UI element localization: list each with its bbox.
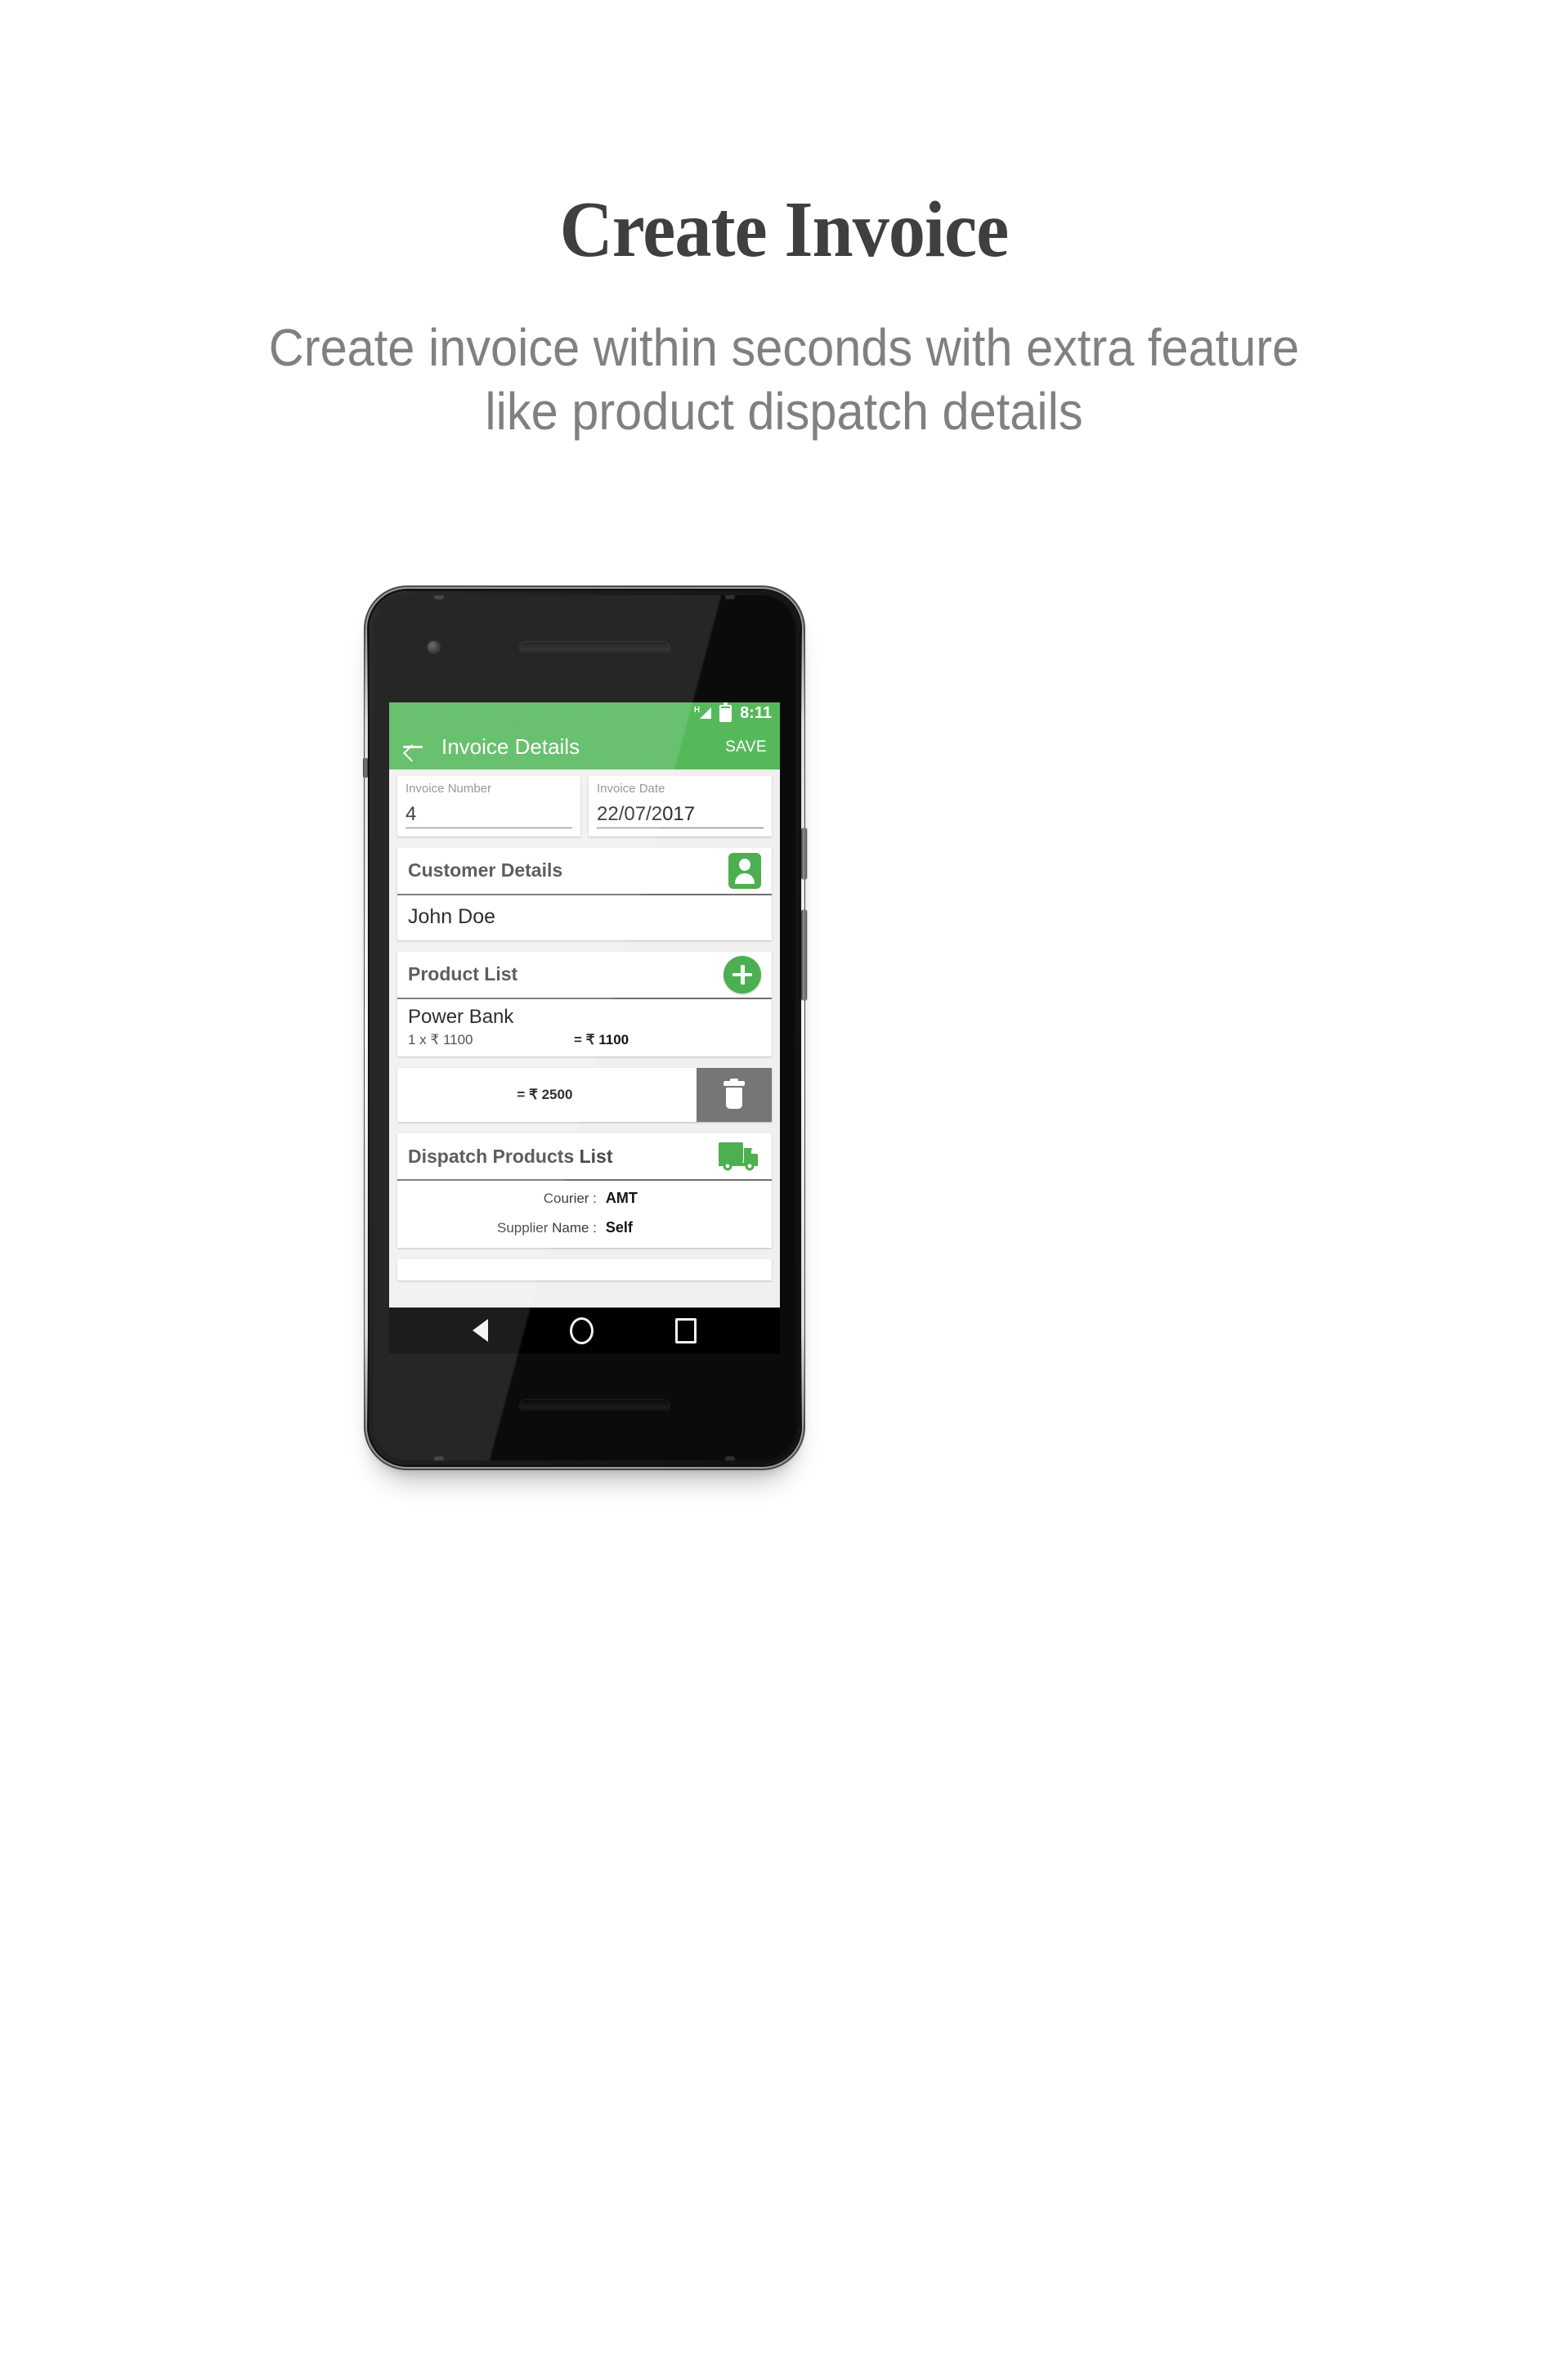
table-row: Supplier Name : Self [408,1213,761,1248]
arrow-left-icon[interactable] [402,736,423,757]
invoice-meta-row: Invoice Number 4 Invoice Date 22/07/2017 [397,776,772,837]
supplier-name-value: Self [605,1218,633,1236]
next-card-partial [397,1258,772,1281]
contact-person-icon[interactable] [728,852,761,889]
network-type-label: H [693,706,701,715]
invoice-number-input[interactable]: 4 [405,803,572,828]
trash-icon [724,1079,745,1110]
save-button[interactable]: SAVE [725,739,767,755]
screen-content: Invoice Number 4 Invoice Date 22/07/2017… [389,769,780,1353]
supplier-name-label: Supplier Name : [497,1219,597,1236]
phone-mockup: H 8:11 Invoice Details SAVE Invoice Numb… [363,591,1195,1465]
phone-front-face: H 8:11 Invoice Details SAVE Invoice Numb… [374,595,795,1460]
sim-tray [363,758,368,778]
delivery-truck-icon[interactable] [719,1141,761,1172]
product-list-card: Product List Power Bank 1 x ₹ 1100 = ₹ 1… [397,951,772,1057]
app-bar: Invoice Details SAVE [389,724,780,769]
customer-details-body: John Doe [397,895,772,940]
product-list-header: Product List [397,952,772,999]
signal-triangle-icon [700,707,712,719]
invoice-date-field[interactable]: Invoice Date 22/07/2017 [589,776,772,837]
top-right-antenna-band [725,595,735,599]
dispatch-products-body: Courier : AMT Supplier Name : Self [397,1181,772,1248]
courier-label: Courier : [543,1191,597,1207]
list-item[interactable]: Power Bank 1 x ₹ 1100 = ₹ 1100 [408,999,761,1056]
courier-value: AMT [605,1190,638,1207]
bottom-speaker [519,1399,670,1413]
invoice-date-label: Invoice Date [597,782,665,796]
invoice-number-field[interactable]: Invoice Number 4 [397,776,580,837]
android-nav-bar [389,1308,780,1353]
product-line-total: = ₹ 1100 [574,1032,629,1048]
bottom-right-antenna-band [725,1456,735,1460]
bottom-left-antenna-band [434,1456,444,1460]
front-camera-icon [428,641,440,653]
invoice-number-label: Invoice Number [405,782,492,796]
customer-details-title: Customer Details [408,859,563,881]
page-subtitle: Create invoice within seconds with extra… [55,270,1513,443]
nav-back-triangle-icon[interactable] [473,1319,488,1342]
grand-total-row-content: = ₹ 2500 [397,1068,697,1122]
nav-home-circle-icon[interactable] [570,1317,594,1344]
product-price-line: 1 x ₹ 1100 = ₹ 1100 [408,1033,761,1048]
status-bar: H 8:11 [389,702,780,724]
customer-name-value[interactable]: John Doe [408,895,761,940]
grand-total-value: = ₹ 2500 [517,1086,573,1102]
page-subtitle-line-2: like product dispatch details [485,382,1083,442]
battery-icon [719,702,732,722]
page-title: Create Invoice [559,186,1010,274]
dispatch-products-title: Dispatch Products List [408,1145,613,1167]
phone-left-rim [365,627,368,1429]
add-plus-icon[interactable] [724,955,761,994]
power-button[interactable] [801,828,807,879]
phone-right-rim [801,627,804,1429]
earpiece-speaker [519,641,670,655]
invoice-date-input[interactable]: 22/07/2017 [597,803,764,828]
app-bar-title: Invoice Details [441,734,580,759]
top-left-antenna-band [434,595,444,599]
page-subtitle-line-1: Create invoice within seconds with extra… [268,318,1300,377]
delete-button[interactable] [697,1068,772,1123]
customer-details-header: Customer Details [397,848,772,895]
customer-details-card: Customer Details John Doe [397,847,772,940]
dispatch-products-header: Dispatch Products List [397,1133,772,1182]
grand-total-swipe-row[interactable]: = ₹ 2500 [397,1068,772,1123]
product-qty-price: 1 x ₹ 1100 [408,1032,473,1048]
product-list-body: Power Bank 1 x ₹ 1100 = ₹ 1100 [397,999,772,1056]
volume-button[interactable] [801,910,807,1000]
table-row: Courier : AMT [408,1181,761,1213]
product-list-title: Product List [408,963,518,985]
dispatch-products-card: Dispatch Products List Courier: AMT Sup… [397,1133,772,1248]
promo-header: Create Invoice Create invoice within sec… [0,0,1568,443]
product-name: Power Bank [408,1005,514,1028]
phone-screen: H 8:11 Invoice Details SAVE Invoice Numb… [389,702,780,1353]
nav-recents-square-icon[interactable] [675,1317,697,1343]
phone-body: H 8:11 Invoice Details SAVE Invoice Numb… [363,591,807,1465]
status-bar-time: 8:11 [740,704,772,722]
